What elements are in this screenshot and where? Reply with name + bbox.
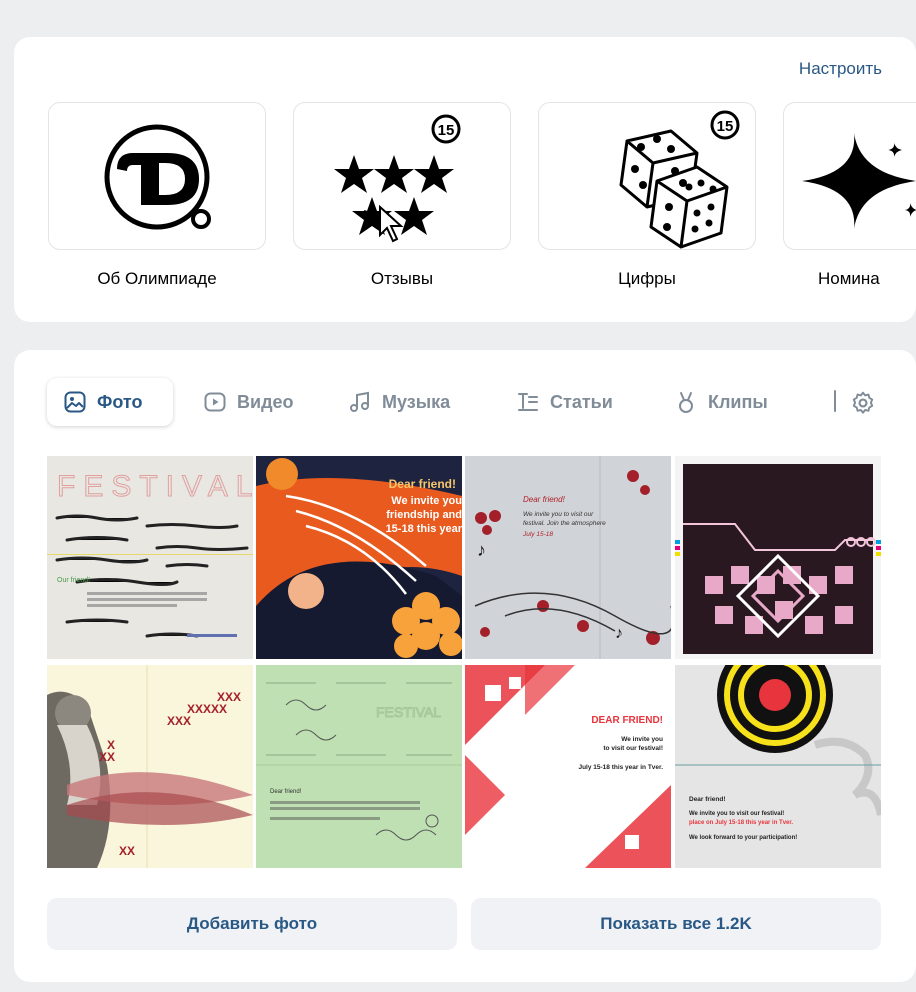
svg-text:♪: ♪ [477,540,486,560]
svg-text:XX: XX [119,844,135,858]
svg-text:XX: XX [99,750,115,764]
section-tile-about[interactable] [48,102,266,250]
video-icon [204,392,226,412]
show-all-photos-button[interactable]: Показать все 1.2K [471,898,881,950]
svg-text:15: 15 [717,118,734,135]
photo-3-line1: We invite you to visit our [523,511,594,518]
photo-thumbnail[interactable]: FESTIVAL Our friend! [47,456,253,659]
photo-3-line2: festival. Join the atmosphere [523,520,606,527]
photo-6-heading: Dear friend! [270,789,302,795]
section-tile-numbers[interactable]: 15 [538,102,756,250]
tab-clips[interactable]: Клипы [674,378,768,426]
photo-7-line1: We invite you [621,736,663,743]
photo-2-line1: We invite you [391,495,462,507]
olympiad-logo-icon [104,124,211,230]
photo-2-line2: friendship and [386,509,462,521]
sparkle-icon [802,133,916,229]
svg-text:XXX: XXX [167,714,191,728]
photo-8-line1: We invite you to visit our festival! [689,811,784,817]
clips-icon [679,392,693,413]
tab-music-label: Музыка [382,391,451,412]
sections-card: Настроить Об Олимпиаде 15 Отзывы 15 Цифр… [14,37,916,322]
svg-text:XXXXX: XXXXX [187,702,227,716]
photo-8-line2: place on July 15-18 this year in Tver. [689,820,793,826]
photo-thumbnail[interactable]: Dear friend! We invite you friendship an… [256,456,462,659]
photo-7-heading: DEAR FRIEND! [591,715,663,726]
tab-articles[interactable]: Статьи [516,378,613,426]
stars-icon: 15 [334,114,461,243]
photo-3-line3: July 15-18 [522,531,553,538]
photo-7-line2: to visit our festival! [603,745,663,752]
articles-icon [518,393,538,411]
photo-1-heading: FESTIVAL [57,470,253,503]
media-tabs: Фото Видео Музыка Статьи Клипы [47,378,907,426]
tab-video-label: Видео [237,391,294,412]
svg-text:FESTIVAL: FESTIVAL [376,704,441,720]
tab-overflow-edge [834,390,836,412]
tab-video[interactable]: Видео [203,378,294,426]
photo-7-line3: July 15-18 this year in Tver. [578,764,663,771]
section-label-numbers: Цифры [618,269,676,288]
music-icon [350,391,369,412]
section-label-about: Об Олимпиаде [97,269,217,288]
section-label-reviews: Отзывы [370,269,434,288]
section-tile-nominations[interactable] [783,102,916,250]
section-label-nominations: Номина [818,269,880,288]
gear-icon[interactable] [850,390,876,416]
photo-8-heading: Dear friend! [689,796,725,803]
photo-thumbnail[interactable]: DEAR FRIEND! We invite you to visit our … [465,665,671,868]
svg-text:♪: ♪ [615,625,623,642]
photo-2-heading: Dear friend! [389,477,456,491]
tab-music[interactable]: Музыка [348,378,450,426]
photo-grid: FESTIVAL Our friend! Dear friend! We inv… [47,456,881,868]
photo-3-heading: Dear friend! [523,495,566,504]
tab-clips-label: Клипы [708,391,768,412]
photo-thumbnail[interactable]: FESTIVAL Dear friend! [256,665,462,868]
svg-text:15: 15 [438,122,455,139]
photo-icon [64,391,86,413]
tab-articles-label: Статьи [550,391,613,412]
photo-thumbnail[interactable]: Dear friend! We invite you to visit our … [675,665,881,868]
media-card: Фото Видео Музыка Статьи Клипы FESTIVAL … [14,350,916,982]
settings-link[interactable]: Настроить [799,59,882,79]
photo-thumbnail[interactable]: Dear friend! We invite you to visit our … [465,456,671,659]
photo-1-line1: Our friend! [57,577,90,584]
photo-8-line3: We look forward to your participation! [689,835,797,841]
add-photo-button[interactable]: Добавить фото [47,898,457,950]
photo-thumbnail[interactable] [675,456,881,659]
tab-photo[interactable]: Фото [47,378,173,426]
dice-icon: 15 [619,110,740,249]
tab-photo-label: Фото [97,391,143,412]
photo-thumbnail[interactable]: XXX XXXXX XXX X XX XX [47,665,253,868]
section-tile-reviews[interactable]: 15 [293,102,511,250]
photo-2-line3: 15-18 this year [386,523,462,535]
